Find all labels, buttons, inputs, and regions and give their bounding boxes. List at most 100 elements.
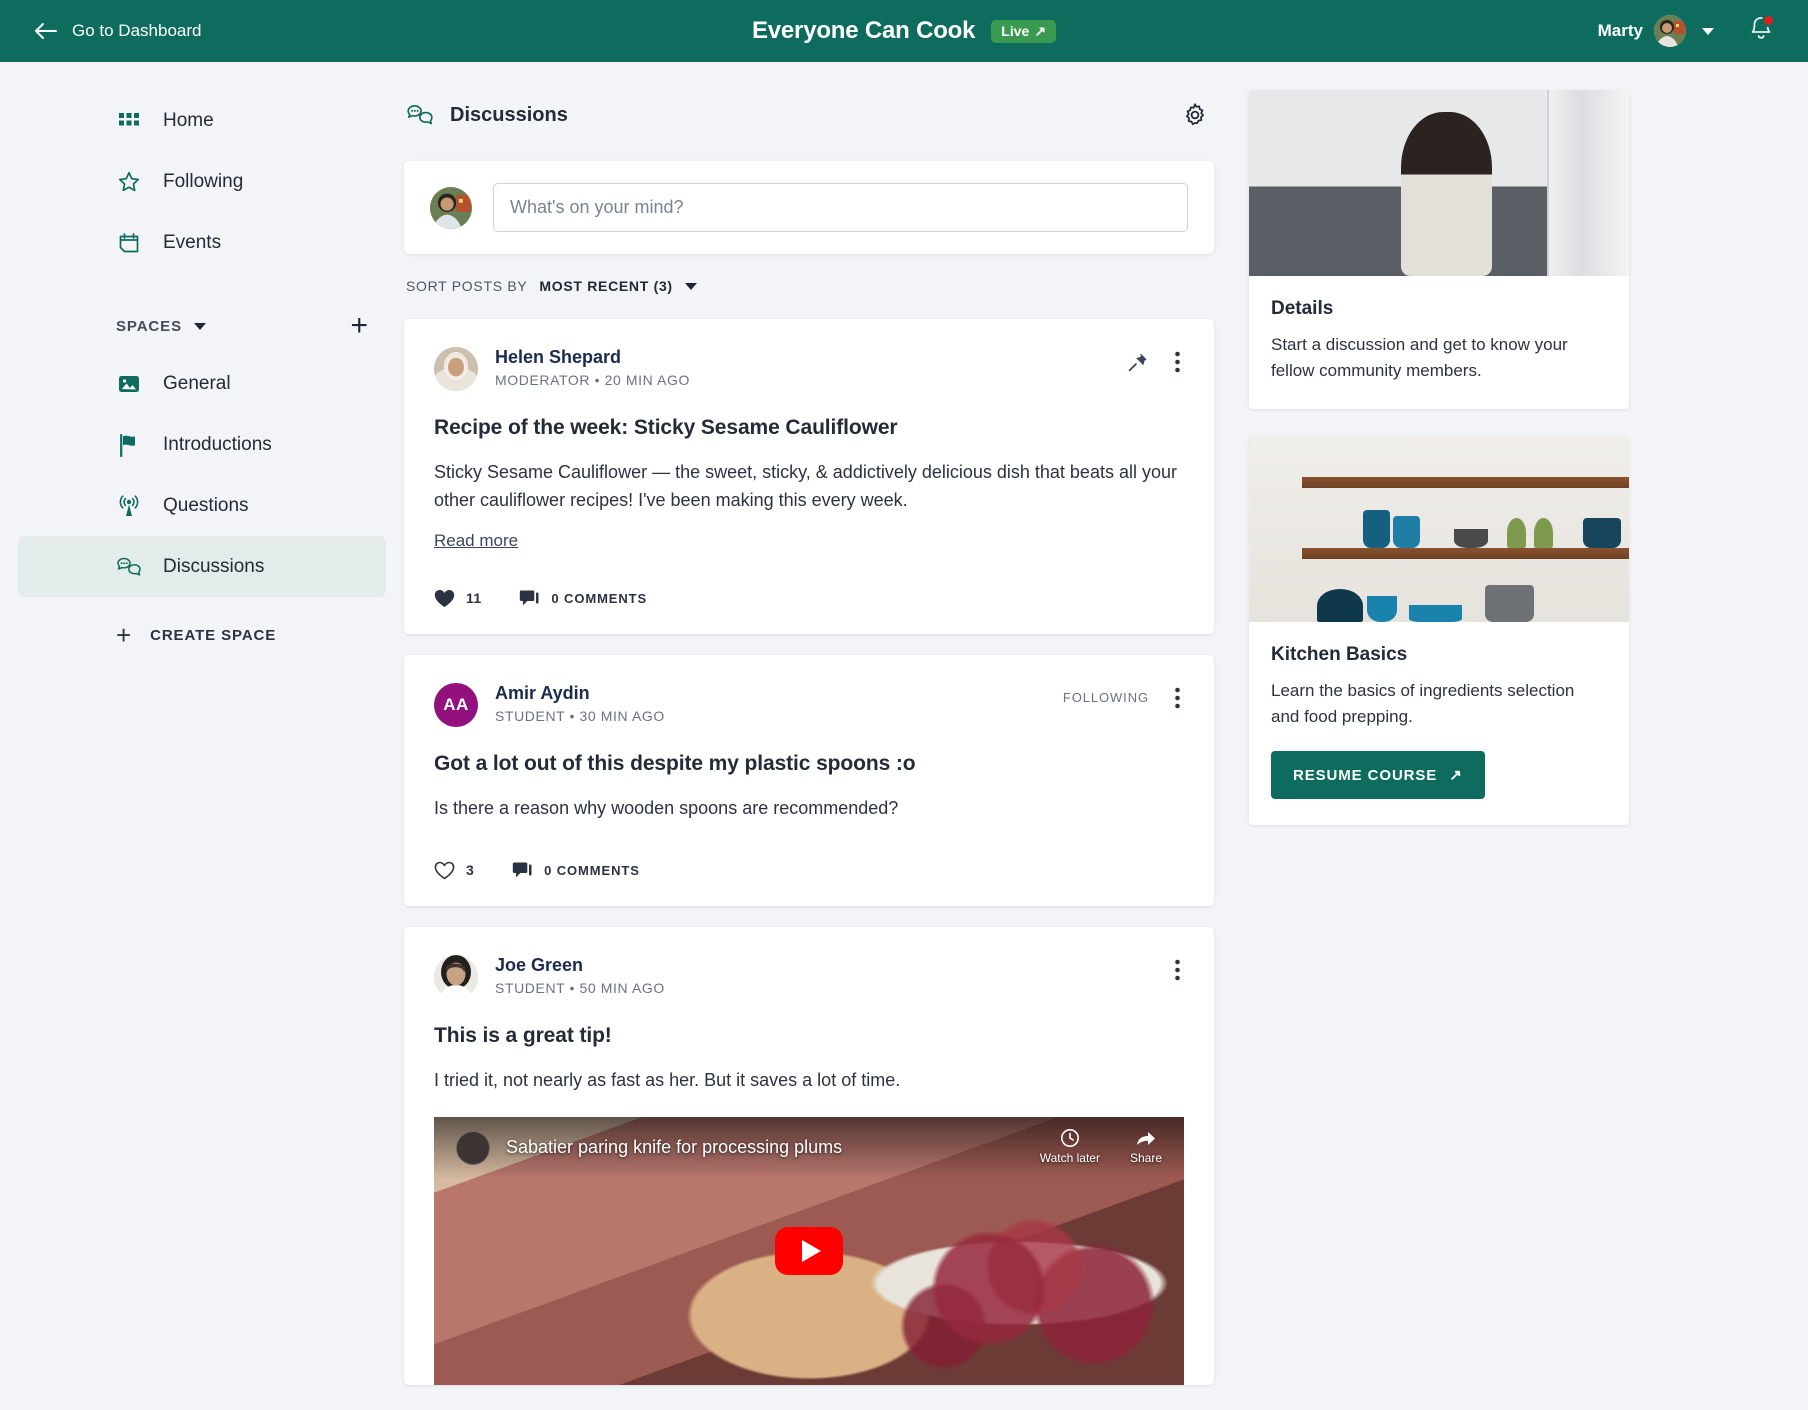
bowl-icon [1454,529,1488,548]
post-author[interactable]: Joe Green [495,955,665,976]
post-content: AA Amir Aydin STUDENT • 30 MIN AGO FOLLO… [404,655,1214,906]
share-arrow-icon [1135,1128,1157,1148]
bowl-icon [1367,596,1397,622]
page-body: Home Following Events SPACES [0,62,1808,1410]
user-menu-button[interactable]: Marty [1598,15,1686,47]
post-author[interactable]: Helen Shepard [495,347,690,368]
notifications-button[interactable] [1748,15,1774,48]
kitchen-shelves-image [1249,436,1629,622]
image-icon [116,371,142,397]
sidebar-item-label: Following [163,171,243,193]
video-embed[interactable]: Sabatier paring knife for processing plu… [434,1117,1184,1385]
clock-icon [1060,1128,1080,1148]
back-arrow-icon [34,22,58,40]
shelf-top [1302,477,1629,488]
video-channel-avatar[interactable] [456,1131,490,1165]
create-space-button[interactable]: + CREATE SPACE [18,605,386,665]
sort-posts-value[interactable]: MOST RECENT (3) [539,278,672,294]
spaces-section-header: SPACES + [0,299,404,353]
right-sidebar: Details Start a discussion and get to kn… [1249,62,1629,852]
details-card-text: Start a discussion and get to know your … [1271,332,1607,383]
comments-button[interactable]: 0 COMMENTS [512,861,640,880]
like-button[interactable]: 3 [434,861,474,880]
post-author[interactable]: Amir Aydin [495,683,665,704]
post-composer [404,161,1214,254]
post-more-options-button[interactable] [1171,959,1184,981]
following-status-badge: FOLLOWING [1063,690,1149,705]
video-overlay-bar: Sabatier paring knife for processing plu… [434,1117,1184,1179]
sidebar-item-questions[interactable]: Questions [18,475,386,536]
sidebar-item-introductions[interactable]: Introductions [18,414,386,475]
post-content: Helen Shepard MODERATOR • 20 MIN AGO [404,319,1214,634]
post-content: Joe Green STUDENT • 50 MIN AGO [404,927,1214,1385]
like-button[interactable]: 11 [434,589,481,608]
settings-button[interactable] [1182,102,1208,128]
sidebar-item-label: General [163,373,231,395]
pot-icon [1363,510,1390,547]
plus-icon: + [116,622,132,648]
details-card: Details Start a discussion and get to kn… [1249,90,1629,409]
play-button[interactable] [775,1227,843,1275]
post-author-block: Amir Aydin STUDENT • 30 MIN AGO [495,683,665,724]
post-body: I tried it, not nearly as fast as her. B… [434,1067,1184,1095]
comments-count: 0 COMMENTS [544,863,640,878]
resume-course-label: RESUME COURSE [1293,767,1437,784]
sidebar-item-label: Events [163,232,221,254]
share-label: Share [1130,1151,1162,1165]
avatar[interactable] [434,955,478,999]
post-more-options-button[interactable] [1171,351,1184,373]
go-to-dashboard-button[interactable]: Go to Dashboard [34,21,201,41]
feed-header: Discussions [404,90,1214,140]
watch-later-label: Watch later [1040,1151,1100,1165]
post-card: Helen Shepard MODERATOR • 20 MIN AGO [404,319,1214,634]
read-more-link[interactable]: Read more [434,531,518,551]
plates-icon [1409,605,1462,622]
post-body: Is there a reason why wooden spoons are … [434,795,1184,823]
like-count: 3 [466,862,474,878]
sidebar-item-label: Introductions [163,434,272,456]
share-button[interactable]: Share [1130,1128,1162,1165]
post-composer-input[interactable] [493,183,1188,232]
comments-count: 0 COMMENTS [551,591,647,606]
chevron-down-icon[interactable] [685,283,697,290]
sidebar-item-home[interactable]: Home [18,90,386,151]
post-meta: MODERATOR • 20 MIN AGO [495,372,690,388]
pot-icon [1317,589,1363,622]
gear-icon [1182,102,1208,128]
external-link-arrow-icon: ↗ [1034,24,1046,38]
live-badge[interactable]: Live ↗ [991,20,1056,43]
chevron-down-icon[interactable] [194,323,206,330]
sidebar-item-following[interactable]: Following [18,151,386,212]
pin-icon[interactable] [1127,351,1149,373]
video-overlay-actions: Watch later Share [1040,1128,1162,1167]
post-card: AA Amir Aydin STUDENT • 30 MIN AGO FOLLO… [404,655,1214,906]
woman-cooking-image [1249,90,1629,276]
post-author-block: Helen Shepard MODERATOR • 20 MIN AGO [495,347,690,388]
sidebar-item-events[interactable]: Events [18,212,386,273]
post-header-actions: FOLLOWING [1063,683,1184,709]
sidebar-item-discussions[interactable]: Discussions [18,536,386,597]
resume-course-button[interactable]: RESUME COURSE ↗ [1271,751,1485,799]
shelf-mid [1302,548,1629,559]
post-actions: 3 0 COMMENTS [434,835,1184,906]
video-title[interactable]: Sabatier paring knife for processing plu… [506,1137,842,1158]
post-title: This is a great tip! [434,1024,1184,1048]
left-sidebar: Home Following Events SPACES [0,62,404,665]
page-title: Discussions [450,104,568,127]
avatar[interactable] [434,347,478,391]
heart-filled-icon [434,589,455,608]
comments-button[interactable]: 0 COMMENTS [519,589,647,608]
pot-icon [1583,518,1621,548]
avatar[interactable]: AA [434,683,478,727]
sidebar-item-general[interactable]: General [18,353,386,414]
post-header: Joe Green STUDENT • 50 MIN AGO [434,955,1184,999]
post-actions: 11 0 COMMENTS [434,563,1184,634]
comment-icon [512,861,533,880]
add-space-button[interactable]: + [350,311,368,341]
post-more-options-button[interactable] [1171,687,1184,709]
watch-later-button[interactable]: Watch later [1040,1128,1100,1165]
chevron-down-icon[interactable] [1702,28,1714,35]
post-header: AA Amir Aydin STUDENT • 30 MIN AGO FOLLO… [434,683,1184,727]
calendar-icon [116,230,142,256]
sort-posts-control: SORT POSTS BY MOST RECENT (3) [404,254,1214,298]
